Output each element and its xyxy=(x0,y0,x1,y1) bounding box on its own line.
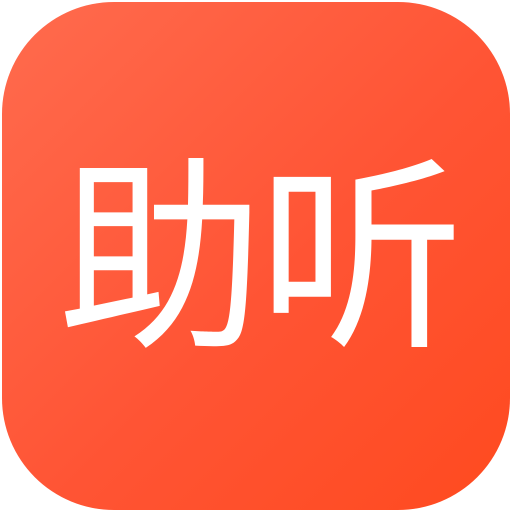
app-icon[interactable]: 助听 xyxy=(2,2,510,510)
app-icon-label: 助听 xyxy=(57,140,464,380)
